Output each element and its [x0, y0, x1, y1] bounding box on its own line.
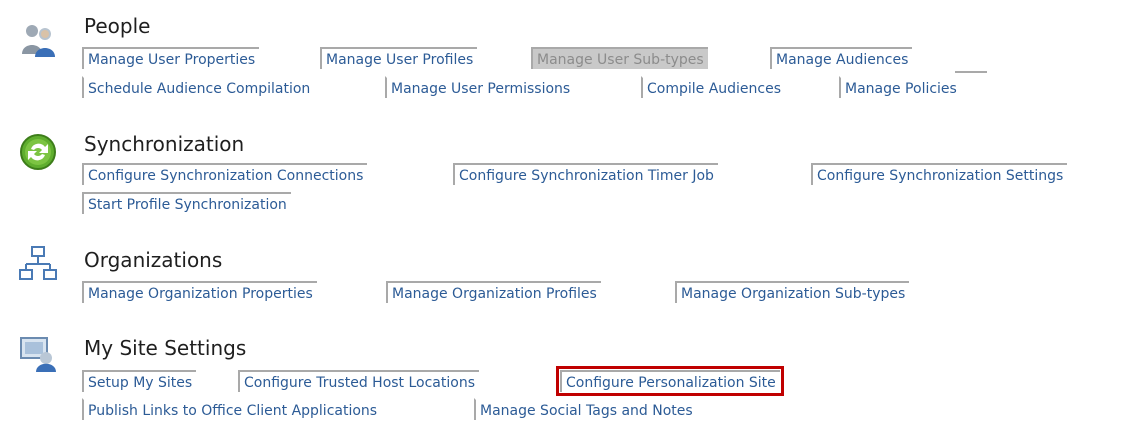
org-chart-icon: [18, 244, 58, 284]
link-configure-personalization-site[interactable]: Configure Personalization Site: [556, 366, 784, 396]
my-site-icon: [18, 334, 58, 374]
section-title-synchronization: Synchronization: [84, 132, 245, 156]
section-title-people: People: [84, 14, 151, 38]
link-manage-user-sub-types[interactable]: Manage User Sub-types: [531, 47, 708, 69]
link-manage-policies[interactable]: Manage Policies: [839, 76, 961, 98]
link-configure-synchronization-connections[interactable]: Configure Synchronization Connections: [82, 163, 368, 185]
link-manage-user-permissions[interactable]: Manage User Permissions: [385, 76, 574, 98]
section-organizations: Organizations Manage Organization Proper…: [0, 236, 1146, 306]
link-schedule-audience-compilation[interactable]: Schedule Audience Compilation: [82, 76, 314, 98]
section-my-site-settings: My Site Settings Setup My Sites Configur…: [0, 322, 1146, 420]
link-manage-organization-profiles[interactable]: Manage Organization Profiles: [386, 281, 601, 303]
divider: [955, 71, 987, 73]
link-manage-user-properties[interactable]: Manage User Properties: [82, 47, 260, 69]
section-synchronization: Synchronization Configure Synchronizatio…: [0, 120, 1146, 220]
people-icon: [18, 20, 58, 60]
link-manage-user-profiles[interactable]: Manage User Profiles: [320, 47, 478, 69]
link-manage-organization-sub-types[interactable]: Manage Organization Sub-types: [675, 281, 910, 303]
link-configure-synchronization-settings[interactable]: Configure Synchronization Settings: [811, 163, 1068, 185]
link-manage-social-tags-and-notes[interactable]: Manage Social Tags and Notes: [474, 398, 697, 420]
link-configure-synchronization-timer-job[interactable]: Configure Synchronization Timer Job: [453, 163, 718, 185]
link-setup-my-sites[interactable]: Setup My Sites: [82, 370, 197, 392]
link-start-profile-synchronization[interactable]: Start Profile Synchronization: [82, 192, 291, 214]
section-title-my-site-settings: My Site Settings: [84, 336, 247, 360]
link-manage-audiences[interactable]: Manage Audiences: [770, 47, 913, 69]
sync-icon: [18, 132, 58, 172]
section-people: People Manage User Properties Manage Use…: [0, 0, 1146, 110]
link-manage-organization-properties[interactable]: Manage Organization Properties: [82, 281, 317, 303]
link-configure-trusted-host-locations[interactable]: Configure Trusted Host Locations: [238, 370, 479, 392]
link-compile-audiences[interactable]: Compile Audiences: [641, 76, 785, 98]
link-publish-links-to-office-client-applications[interactable]: Publish Links to Office Client Applicati…: [82, 398, 381, 420]
section-title-organizations: Organizations: [84, 248, 223, 272]
